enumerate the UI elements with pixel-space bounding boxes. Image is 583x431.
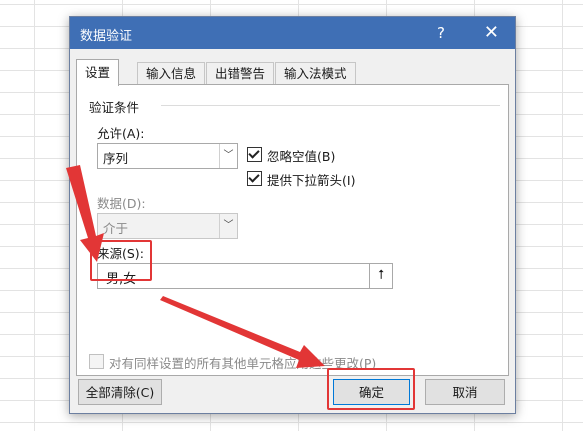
tab-ime-mode[interactable]: 输入法模式	[275, 62, 356, 85]
data-validation-dialog: 数据验证 ? ✕ 设置 输入信息 出错警告 输入法模式 验证条件 允许(A): …	[69, 16, 516, 414]
clear-all-button[interactable]: 全部清除(C)	[78, 379, 162, 405]
source-label: 来源(S):	[97, 246, 144, 261]
tab-error-alert[interactable]: 出错警告	[206, 62, 275, 85]
ignore-blank-checkbox[interactable]	[247, 147, 262, 162]
allow-select[interactable]: 序列 ﹀	[97, 143, 238, 169]
cancel-button[interactable]: 取消	[425, 379, 505, 405]
dialog-title: 数据验证	[80, 29, 133, 44]
apply-all-label[interactable]: 对有同样设置的所有其他单元格应用这些更改(P)	[109, 353, 376, 372]
allow-label: 允许(A):	[97, 126, 145, 141]
allow-value: 序列	[103, 151, 129, 166]
data-label: 数据(D):	[97, 196, 146, 211]
ok-button[interactable]: 确定	[333, 379, 410, 405]
data-select: 介于 ﹀	[97, 213, 238, 239]
ignore-blank-label[interactable]: 忽略空值(B)	[267, 146, 335, 165]
dropdown-arrow-checkbox[interactable]	[247, 171, 262, 186]
title-bar[interactable]: 数据验证 ? ✕	[70, 17, 515, 49]
apply-all-checkbox[interactable]	[89, 354, 104, 369]
source-value: 男,女	[106, 272, 137, 287]
close-icon[interactable]: ✕	[484, 22, 499, 43]
settings-panel: 验证条件 允许(A): 序列 ﹀ 忽略空值(B) 提供下拉箭头(I) 数据(D)…	[76, 84, 509, 376]
collapse-arrow-icon: ⭡	[377, 268, 385, 283]
collapse-dialog-button[interactable]: ⭡	[369, 263, 393, 289]
validation-criteria-label: 验证条件	[89, 100, 140, 115]
tab-settings[interactable]: 设置	[76, 59, 120, 86]
group-divider	[161, 105, 500, 106]
data-value: 介于	[103, 221, 129, 236]
tab-input-message[interactable]: 输入信息	[137, 62, 206, 85]
chevron-down-icon: ﹀	[219, 214, 237, 238]
chevron-down-icon[interactable]: ﹀	[219, 144, 237, 168]
dropdown-arrow-label[interactable]: 提供下拉箭头(I)	[267, 170, 355, 189]
source-input[interactable]: 男,女	[97, 263, 371, 289]
help-icon[interactable]: ?	[437, 24, 445, 42]
